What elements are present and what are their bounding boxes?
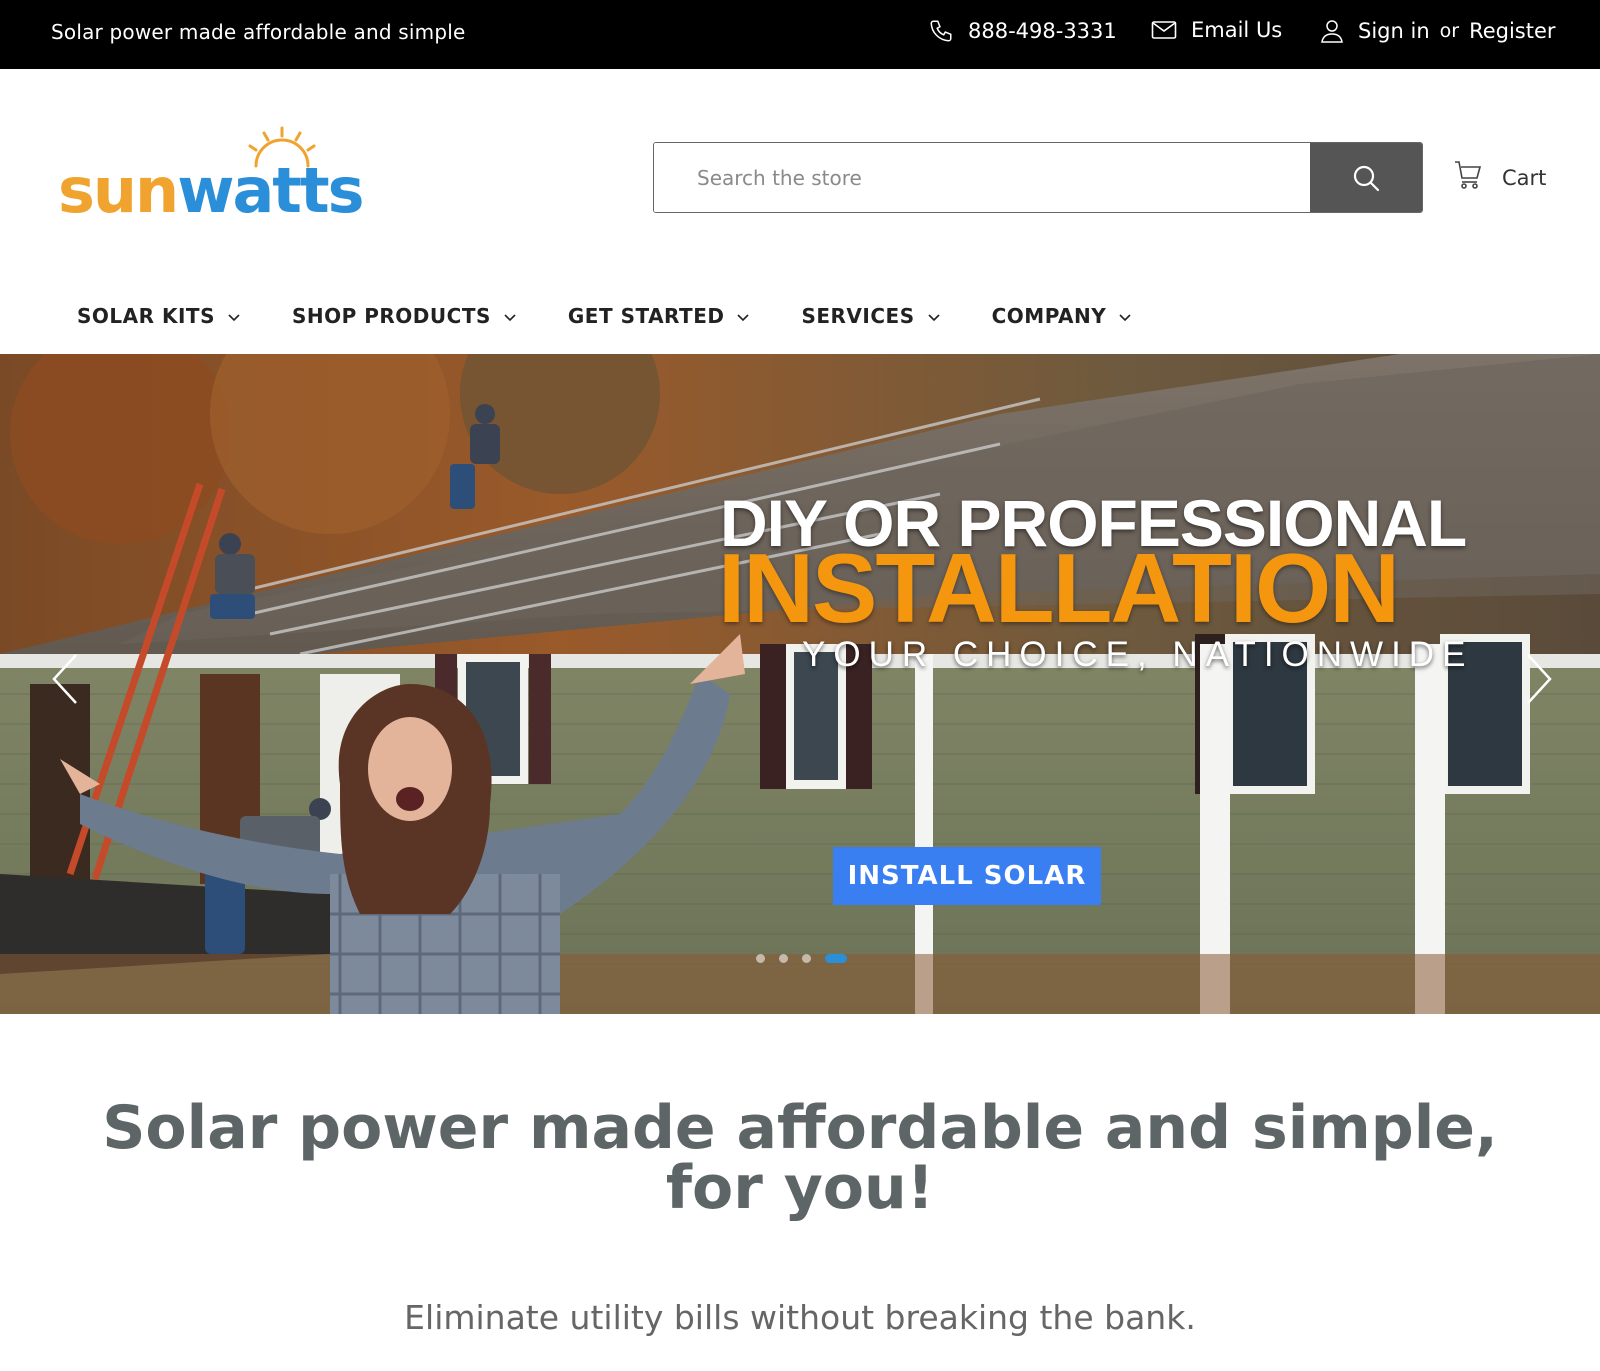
page-subheadline: Eliminate utility bills without breaking… — [404, 1298, 1196, 1337]
chevron-down-icon — [928, 313, 940, 321]
chevron-down-icon — [737, 313, 750, 321]
top-bar: Solar power made affordable and simple 8… — [0, 0, 1600, 69]
logo-watts-text: watts — [177, 154, 364, 227]
search-input[interactable] — [654, 143, 1310, 212]
nav-solar-kits[interactable]: SOLAR KITS — [77, 304, 241, 328]
cart-label: Cart — [1502, 165, 1547, 190]
or-text: or — [1439, 20, 1460, 42]
cart-link[interactable]: Cart — [1454, 160, 1546, 195]
email-label: Email Us — [1191, 18, 1283, 42]
nav-shop-products[interactable]: SHOP PRODUCTS — [292, 304, 517, 328]
chevron-down-icon — [504, 313, 516, 321]
hero-slider: DIY OR PROFESSIONAL INSTALLATION YOUR CH… — [0, 354, 1600, 1014]
slider-dots — [756, 954, 847, 963]
phone-link[interactable]: 888-498-3331 — [928, 18, 1117, 44]
envelope-icon — [1151, 19, 1177, 41]
sunwatts-logo[interactable]: sunwatts — [58, 124, 368, 234]
register-link[interactable]: Register — [1469, 19, 1555, 43]
account-links: Sign in or Register — [1320, 18, 1556, 44]
top-tagline: Solar power made affordable and simple — [51, 20, 466, 44]
chevron-down-icon — [1119, 313, 1131, 321]
search-button[interactable] — [1310, 143, 1422, 212]
slider-next-button[interactable] — [1518, 649, 1558, 709]
slider-dot-4[interactable] — [825, 954, 847, 963]
signin-link[interactable]: Sign in — [1358, 19, 1430, 43]
chevron-down-icon — [228, 313, 240, 321]
search-icon — [1353, 165, 1380, 191]
phone-number: 888-498-3331 — [968, 19, 1117, 43]
chevron-left-icon — [52, 654, 77, 704]
main-nav: SOLAR KITS SHOP PRODUCTS GET STARTED SER… — [77, 304, 1132, 328]
email-link[interactable]: Email Us — [1151, 18, 1282, 42]
page-headline: Solar power made affordable and simple, … — [102, 1093, 1498, 1223]
logo-wordmark: sunwatts — [58, 160, 364, 222]
hero-subheadline: YOUR CHOICE, NATIONWIDE — [802, 635, 1474, 674]
cart-icon — [1454, 160, 1482, 195]
chevron-right-icon — [1527, 654, 1552, 704]
hero-accent-headline: INSTALLATION — [718, 533, 1400, 643]
slider-dot-1[interactable] — [756, 954, 765, 963]
phone-icon — [928, 18, 954, 44]
slider-dot-3[interactable] — [802, 954, 811, 963]
nav-get-started[interactable]: GET STARTED — [568, 304, 751, 328]
hero-photo — [0, 354, 1600, 1014]
store-search — [653, 142, 1423, 213]
user-icon — [1320, 18, 1344, 44]
slider-dot-2[interactable] — [779, 954, 788, 963]
nav-company[interactable]: COMPANY — [992, 304, 1133, 328]
slider-prev-button[interactable] — [46, 649, 86, 709]
install-solar-button[interactable]: INSTALL SOLAR — [833, 847, 1101, 905]
nav-services[interactable]: SERVICES — [801, 304, 940, 328]
logo-sun-text: sun — [58, 154, 179, 227]
nav-label: SOLAR KITS — [77, 304, 215, 328]
nav-label: SERVICES — [801, 304, 915, 328]
nav-label: GET STARTED — [567, 304, 725, 328]
nav-label: SHOP PRODUCTS — [291, 304, 491, 328]
nav-label: COMPANY — [991, 304, 1107, 328]
